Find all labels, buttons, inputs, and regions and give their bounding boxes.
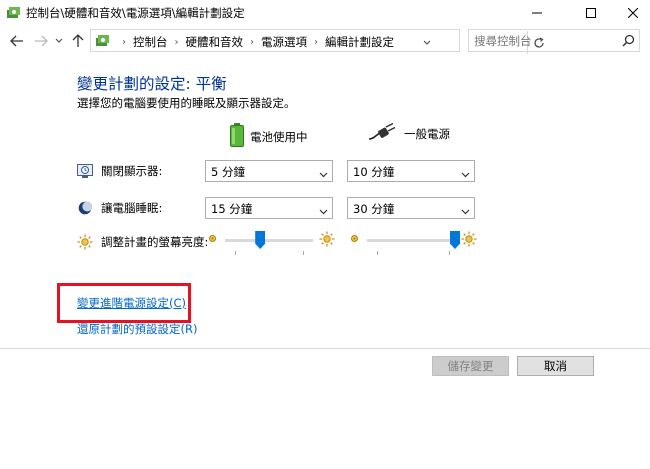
column-header-battery-label: 電池使用中 [250,129,308,144]
breadcrumb-separator-icon: › [122,36,126,48]
brightness-row-label: 調整計畫的螢幕亮度: [77,234,208,250]
minimize-icon [532,12,542,14]
search-input[interactable] [469,30,619,51]
navigation-bar: › 控制台 › 硬體和音效 › 電源選項 › 編輯計劃設定 [0,28,650,54]
maximize-icon [586,8,596,18]
chevron-down-icon [55,38,63,43]
breadcrumb-hardware-sound[interactable]: 硬體和音效 [186,34,244,50]
search-box[interactable] [468,29,640,52]
page-subtitle: 選擇您的電腦要使用的睡眠及顯示器設定。 [77,96,296,110]
slider-thumb[interactable] [255,231,266,249]
moon-icon [77,200,93,216]
back-button[interactable] [8,32,26,50]
window-title: 控制台\硬體和音效\電源選項\編輯計劃設定 [26,6,245,20]
control-panel-icon [95,33,111,49]
chevron-down-icon [461,204,470,218]
column-header-plugged-in-label: 一般電源 [404,126,450,141]
display-off-plugged-select[interactable]: 10 分鐘 [347,160,475,182]
up-button[interactable] [69,32,87,50]
slider-tick [235,251,236,255]
display-off-battery-select[interactable]: 5 分鐘 [205,160,333,182]
breadcrumb-separator-icon[interactable]: › [175,37,179,48]
breadcrumb-separator-icon[interactable]: › [250,37,254,48]
sleep-battery-select[interactable]: 15 分鐘 [205,197,333,219]
forward-arrow-icon [35,35,48,47]
slider-tick [449,251,450,255]
chevron-down-icon [319,167,328,181]
search-icon[interactable] [622,34,635,50]
back-arrow-icon [10,35,23,47]
maximize-button[interactable] [568,0,614,26]
display-off-row-label: 關閉顯示器: [77,163,162,179]
sleep-plugged-select[interactable]: 30 分鐘 [347,197,475,219]
brightness-battery-slider[interactable] [207,229,337,255]
battery-icon [230,123,244,150]
slider-thumb[interactable] [450,231,460,249]
brightness-high-icon [461,231,477,250]
column-header-battery: 電池使用中 [230,123,308,150]
display-off-plugged-value: 10 分鐘 [353,165,395,179]
address-bar[interactable]: › 控制台 › 硬體和音效 › 電源選項 › 編輯計劃設定 [90,29,544,54]
sleep-plugged-value: 30 分鐘 [353,202,395,216]
title-bar: 控制台\硬體和音效\電源選項\編輯計劃設定 [0,0,650,26]
sleep-battery-value: 15 分鐘 [211,202,253,216]
close-button[interactable] [610,0,650,26]
address-dropdown-button[interactable] [423,35,431,49]
slider-track [225,239,313,242]
cancel-button[interactable]: 取消 [517,356,594,376]
chevron-down-icon [319,204,328,218]
breadcrumb-control-panel[interactable]: 控制台 [133,34,168,50]
brightness-high-icon [319,231,335,250]
recent-locations-button[interactable] [54,32,64,50]
slider-tick [377,251,378,255]
advanced-power-settings-link[interactable]: 變更進階電源設定(C) [77,295,186,311]
minimize-button[interactable] [514,0,560,26]
chevron-down-icon [423,40,431,45]
brightness-low-icon [207,233,218,247]
chevron-down-icon [461,167,470,181]
slider-track [367,239,455,242]
save-changes-button[interactable]: 儲存變更 [432,356,509,376]
control-panel-icon [6,5,22,21]
column-header-plugged-in: 一般電源 [368,122,450,144]
divider [0,348,650,349]
forward-button[interactable] [32,32,50,50]
sleep-label: 讓電腦睡眠: [101,201,163,215]
breadcrumb-separator-icon[interactable]: › [314,37,318,48]
sleep-row-label: 讓電腦睡眠: [77,200,162,216]
breadcrumb-power-options[interactable]: 電源選項 [261,34,307,50]
display-off-battery-value: 5 分鐘 [211,165,245,179]
up-arrow-icon [72,34,84,47]
close-icon [628,8,638,18]
monitor-clock-icon [77,163,93,179]
breadcrumb: › 控制台 › 硬體和音效 › 電源選項 › 編輯計劃設定 [115,34,394,50]
power-plug-icon [368,122,398,144]
slider-tick [303,251,304,255]
restore-defaults-link[interactable]: 還原計劃的預設設定(R) [77,321,197,337]
brightness-sun-icon [77,234,93,250]
brightness-plugged-slider[interactable] [349,229,479,255]
breadcrumb-edit-plan-settings[interactable]: 編輯計劃設定 [325,34,394,50]
brightness-low-icon [349,233,360,247]
display-off-label: 關閉顯示器: [101,164,163,178]
page-title: 變更計劃的設定: 平衡 [77,75,227,93]
brightness-label: 調整計畫的螢幕亮度: [101,235,209,249]
